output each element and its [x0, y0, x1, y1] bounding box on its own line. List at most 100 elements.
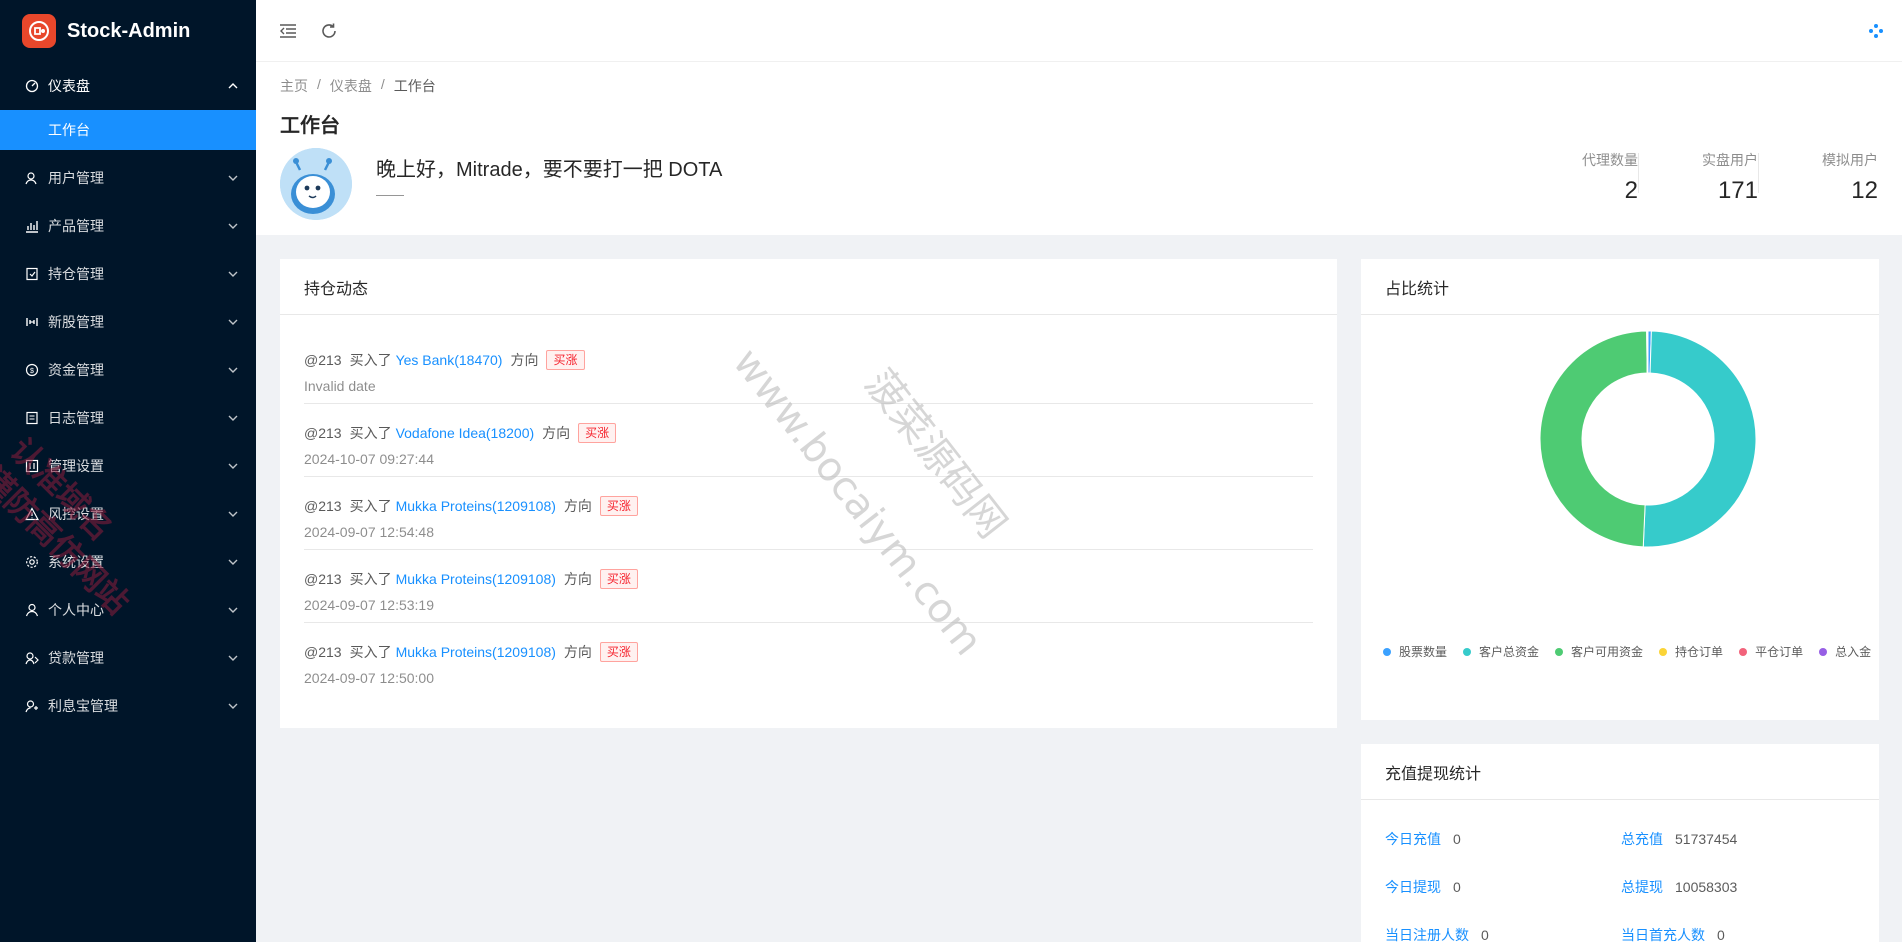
activity-stock-link[interactable]: Yes Bank(18470)	[396, 352, 503, 368]
user-icon	[24, 602, 40, 618]
stat-label: 代理数量	[1582, 152, 1638, 168]
sidebar-item-10[interactable]: 个人中心	[0, 586, 256, 634]
chevron-down-icon	[228, 317, 238, 327]
sidebar-item-label: 系统设置	[48, 554, 104, 570]
activity-date: 2024-09-07 12:50:00	[304, 670, 434, 686]
fund-stat: 今日充值 0	[1385, 828, 1621, 850]
logo[interactable]: Stock-Admin	[0, 0, 256, 62]
activity-verb: 买入了	[349, 352, 392, 368]
breadcrumb-parent[interactable]: 仪表盘	[330, 76, 372, 96]
fund-label: 当日首充人数	[1621, 927, 1705, 942]
chart-legend: 股票数量 客户总资金 客户可用资金 持仓订单 平仓订单 总入金	[1383, 643, 1871, 660]
stat-item: 实盘用户 171	[1638, 149, 1758, 207]
legend-item[interactable]: 客户可用资金	[1555, 643, 1643, 660]
donut-slice[interactable]	[1539, 330, 1648, 548]
sidebar-item-12[interactable]: 利息宝管理	[0, 682, 256, 730]
list-item: @213 买入了 Mukka Proteins(1209108) 方向 买涨 2024-0…	[304, 550, 1313, 623]
activity-user: @213	[304, 425, 342, 441]
fund-label: 总充值	[1621, 831, 1663, 847]
chevron-down-icon	[228, 413, 238, 423]
breadcrumb-separator: /	[380, 76, 385, 92]
sidebar-subitem-workbench[interactable]: 工作台	[0, 110, 256, 150]
sidebar-item-6[interactable]: 日志管理	[0, 394, 256, 442]
legend-swatch	[1555, 647, 1564, 656]
ratio-card: 占比统计 股票数量 客户总资金 客户可用资金 持仓订单 平仓订单 总入金	[1361, 259, 1879, 720]
user-manage-icon	[24, 170, 40, 186]
manage-settings-icon	[24, 458, 40, 474]
activity-stock-link[interactable]: Vodafone Idea(18200)	[396, 425, 535, 441]
activity-verb: 买入了	[349, 644, 392, 660]
legend-label: 客户可用资金	[1571, 645, 1644, 659]
direction-tag: 买涨	[599, 569, 638, 589]
activity-stock-link[interactable]: Mukka Proteins(1209108)	[396, 498, 556, 514]
ratio-card-title: 占比统计	[1361, 259, 1879, 315]
sidebar-item-2[interactable]: 产品管理	[0, 202, 256, 250]
sidebar-item-1[interactable]: 用户管理	[0, 154, 256, 202]
settings-dots-button[interactable]	[1866, 21, 1886, 41]
activity-direction-label: 方向	[563, 571, 592, 587]
activity-user: @213	[304, 571, 342, 587]
sidebar-item-5[interactable]: $ 资金管理	[0, 346, 256, 394]
sidebar-item-0[interactable]: 仪表盘	[0, 62, 256, 110]
sidebar-item-11[interactable]: 贷款管理	[0, 634, 256, 682]
positions-card-title: 持仓动态	[280, 259, 1337, 315]
legend-item[interactable]: 总入金	[1819, 643, 1871, 660]
chevron-up-icon	[228, 81, 238, 91]
fund-label: 当日注册人数	[1385, 927, 1469, 942]
chevron-down-icon	[228, 461, 238, 471]
donut-slice[interactable]	[1642, 330, 1757, 548]
fund-value: 10058303	[1675, 879, 1738, 895]
positions-activity-list: @213 买入了 Yes Bank(18470) 方向 买涨 Invalid date @2…	[280, 315, 1337, 696]
sidebar-item-label: 产品管理	[48, 218, 104, 234]
fund-label: 今日提现	[1385, 879, 1441, 895]
list-item: @213 买入了 Mukka Proteins(1209108) 方向 买涨 2024-0…	[304, 623, 1313, 696]
breadcrumb-current: 工作台	[393, 78, 436, 94]
legend-item[interactable]: 平仓订单	[1739, 643, 1803, 660]
sidebar: Stock-Admin 仪表盘 工作台 用户管理产品管理持仓管理新股管理 $ 资金管理日…	[0, 0, 256, 942]
legend-item[interactable]: 股票数量	[1383, 643, 1447, 660]
direction-tag: 买涨	[599, 496, 638, 516]
money-icon: $	[24, 362, 40, 378]
activity-verb: 买入了	[349, 498, 392, 514]
activity-date: Invalid date	[304, 378, 376, 394]
list-item: @213 买入了 Yes Bank(18470) 方向 买涨 Invalid date	[304, 331, 1313, 404]
sidebar-menu: 仪表盘 工作台 用户管理产品管理持仓管理新股管理 $ 资金管理日志管理管理设置 风控设置系…	[0, 62, 256, 730]
dots-icon	[1869, 23, 1883, 38]
breadcrumb-home[interactable]: 主页	[280, 76, 308, 96]
funds-grid: 今日充值 0 总充值 51737454 今日提现 0 总提现 10058303 当日注册人数 0 当…	[1361, 800, 1879, 942]
sidebar-item-label: 个人中心	[48, 602, 104, 618]
stat-value: 12	[1851, 177, 1878, 204]
donut-slice[interactable]	[1646, 330, 1649, 374]
activity-date: 2024-09-07 12:53:19	[304, 597, 434, 613]
legend-item[interactable]: 客户总资金	[1463, 643, 1539, 660]
sidebar-item-label: 日志管理	[48, 410, 104, 426]
activity-user: @213	[304, 352, 342, 368]
sidebar-item-3[interactable]: 持仓管理	[0, 250, 256, 298]
list-item: @213 买入了 Vodafone Idea(18200) 方向 买涨 2024-10-0…	[304, 404, 1313, 477]
sidebar-item-9[interactable]: 系统设置	[0, 538, 256, 586]
avatar-image	[280, 148, 352, 220]
legend-swatch	[1463, 647, 1472, 656]
menu-fold-button[interactable]	[276, 19, 300, 43]
stats-panel: 代理数量 2 实盘用户 171 模拟用户 12	[1566, 149, 1878, 207]
warning-icon	[24, 506, 40, 522]
chevron-down-icon	[228, 605, 238, 615]
chevron-down-icon	[228, 557, 238, 567]
sidebar-item-label: 持仓管理	[48, 266, 104, 282]
chevron-down-icon	[228, 173, 238, 183]
fund-value: 0	[1717, 927, 1725, 942]
stat-label: 模拟用户	[1822, 152, 1878, 168]
legend-item[interactable]: 持仓订单	[1659, 643, 1723, 660]
activity-date: 2024-10-07 09:27:44	[304, 451, 434, 467]
activity-stock-link[interactable]: Mukka Proteins(1209108)	[396, 571, 556, 587]
sidebar-item-7[interactable]: 管理设置	[0, 442, 256, 490]
legend-label: 总入金	[1835, 645, 1872, 659]
activity-direction-label: 方向	[510, 352, 539, 368]
greeting-subtext: ——	[376, 186, 404, 202]
sidebar-item-8[interactable]: 风控设置	[0, 490, 256, 538]
legend-label: 股票数量	[1399, 645, 1448, 659]
fund-stat: 总充值 51737454	[1621, 828, 1857, 850]
reload-button[interactable]	[317, 19, 341, 43]
sidebar-item-4[interactable]: 新股管理	[0, 298, 256, 346]
activity-stock-link[interactable]: Mukka Proteins(1209108)	[396, 644, 556, 660]
